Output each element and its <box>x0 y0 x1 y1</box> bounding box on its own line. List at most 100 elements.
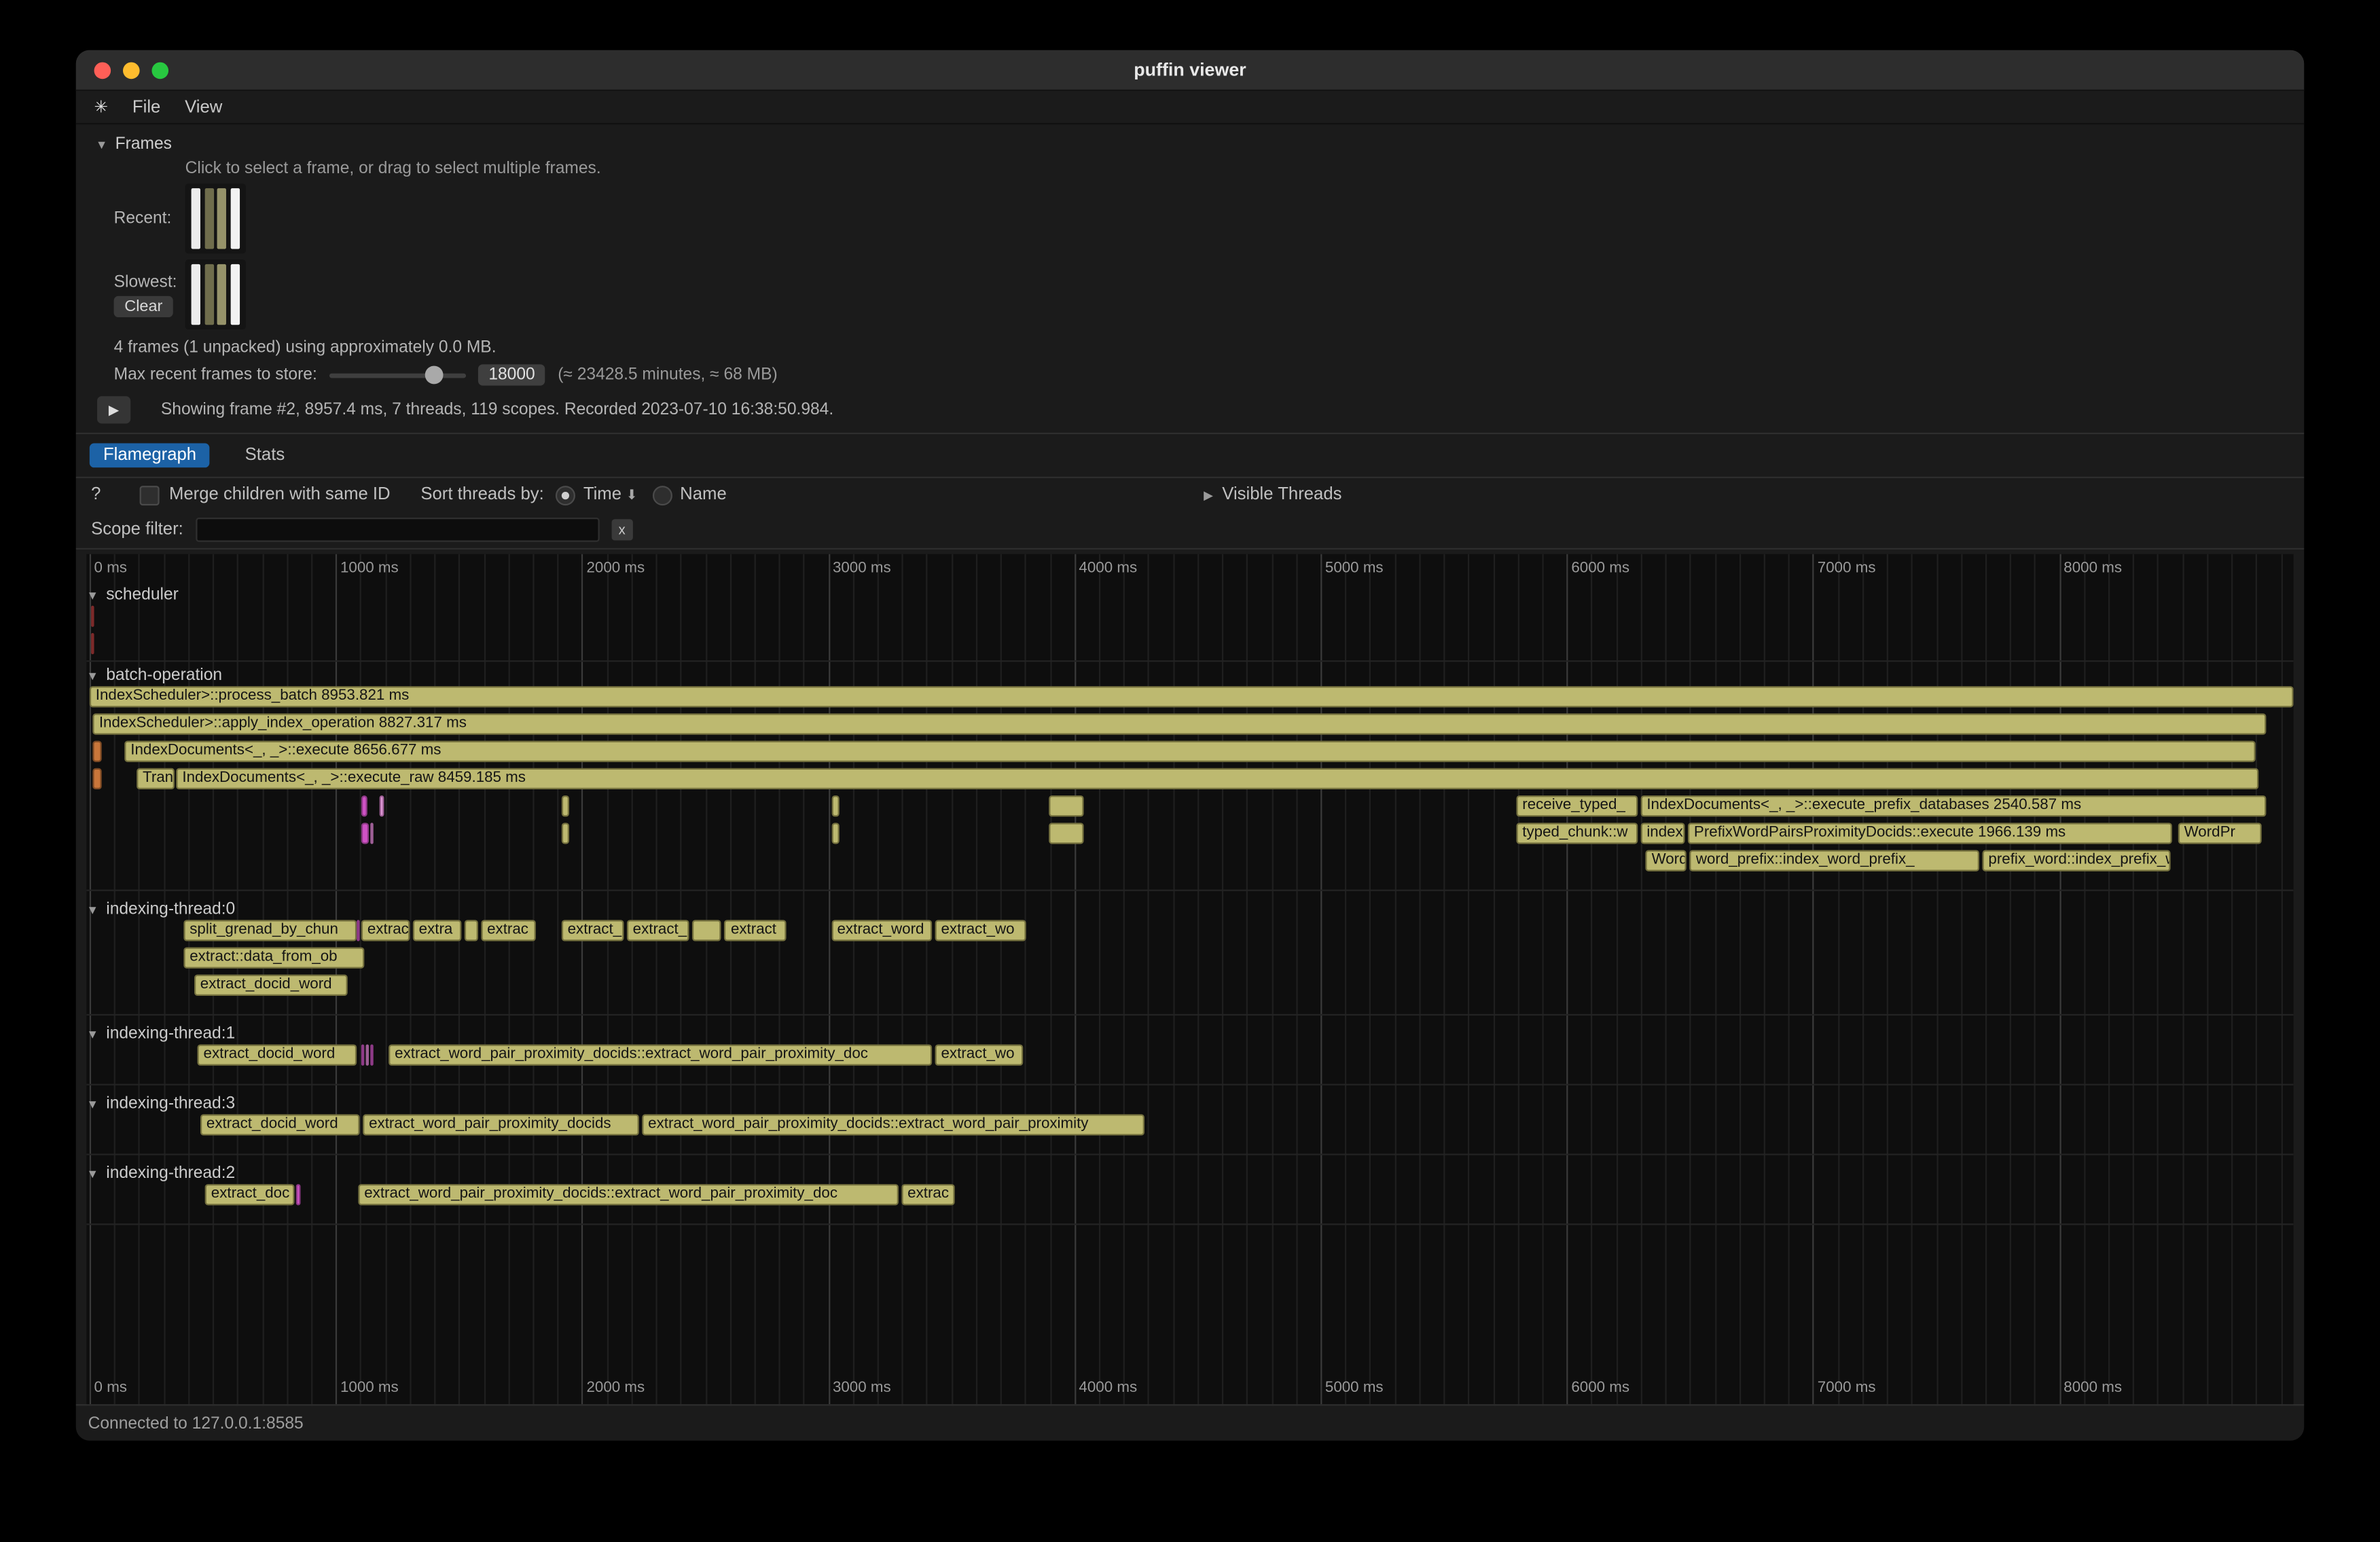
sort-direction-icon[interactable]: ⬇ <box>626 486 638 503</box>
flame-bar[interactable]: index <box>1640 823 1684 844</box>
flame-bar[interactable]: extract_word_pair_proximity_docids::extr… <box>358 1184 898 1205</box>
theme-toggle-icon[interactable]: ✳ <box>94 97 109 117</box>
scope-filter-input[interactable] <box>196 518 599 542</box>
play-button[interactable]: ▶ <box>97 396 130 423</box>
tab-stats[interactable]: Stats <box>232 444 299 468</box>
flame-bar[interactable]: PrefixWordPairsProximityDocids::execute … <box>1688 823 2172 844</box>
flame-bar[interactable] <box>295 1184 300 1205</box>
thread-header[interactable]: ▼indexing-thread:3 <box>86 1093 2293 1114</box>
flame-bar[interactable]: extract_word_pair_proximity_docids::extr… <box>642 1114 1144 1135</box>
flame-bar[interactable]: IndexScheduler>::process_batch 8953.821 … <box>90 686 2294 707</box>
flame-bar[interactable]: extract_ <box>627 920 689 941</box>
flame-bar-label: extract::data_from_ob <box>185 949 363 967</box>
flame-bar[interactable]: IndexDocuments<_, _>::execute_raw 8459.1… <box>176 768 2258 789</box>
time-tick-label: 7000 ms <box>1818 560 1876 577</box>
slider-knob[interactable] <box>425 366 444 384</box>
recent-frames-thumbnail[interactable] <box>185 183 246 253</box>
flame-bar-label: Trans <box>138 770 173 788</box>
frame-bar[interactable] <box>204 264 213 325</box>
clear-button[interactable]: Clear <box>114 295 173 317</box>
close-window-button[interactable] <box>94 62 111 79</box>
thread-header[interactable]: ▼indexing-thread:1 <box>86 1023 2293 1044</box>
slowest-frames-thumbnail[interactable] <box>185 259 246 329</box>
flame-bar[interactable] <box>361 1044 365 1065</box>
flame-bar[interactable]: Trans <box>137 768 175 789</box>
zoom-window-button[interactable] <box>151 62 168 79</box>
frame-bar[interactable] <box>230 264 239 325</box>
flame-row: extract::data_from_ob <box>86 947 2293 968</box>
flame-bar[interactable]: Word <box>1646 850 1687 871</box>
flame-bar[interactable] <box>692 920 721 941</box>
flame-bar[interactable] <box>357 920 360 941</box>
sort-time-radio[interactable] <box>556 485 576 505</box>
thread-header[interactable]: ▼batch-operation <box>86 665 2293 686</box>
flame-bar[interactable] <box>92 768 101 789</box>
max-frames-slider[interactable] <box>329 366 466 384</box>
flame-bar[interactable] <box>380 795 384 817</box>
flame-bar[interactable]: extract_wo <box>935 1044 1023 1065</box>
flame-bar[interactable]: extract_docid_word <box>198 1044 357 1065</box>
menu-item-view[interactable]: View <box>185 98 222 116</box>
flamegraph-canvas[interactable]: 0 ms1000 ms2000 ms3000 ms4000 ms5000 ms6… <box>86 554 2293 1404</box>
flame-bar[interactable]: extract_ <box>562 920 624 941</box>
sort-name-radio[interactable] <box>653 485 672 505</box>
flame-bar[interactable] <box>1049 795 1084 817</box>
frame-bar[interactable] <box>217 264 226 325</box>
flame-bar[interactable]: extract_word_pair_proximity_docids::extr… <box>389 1044 931 1065</box>
thread-name: indexing-thread:1 <box>106 1024 235 1043</box>
flame-row <box>86 633 2293 654</box>
merge-children-checkbox[interactable] <box>141 485 160 505</box>
thread-header[interactable]: ▼indexing-thread:2 <box>86 1163 2293 1184</box>
flame-bar[interactable]: extract::data_from_ob <box>183 947 364 968</box>
flame-bar[interactable] <box>369 823 373 844</box>
thread-header[interactable]: ▼indexing-thread:0 <box>86 899 2293 920</box>
flame-bar[interactable]: extract_word_pair_proximity_docids <box>363 1114 638 1135</box>
thread-header[interactable]: ▼scheduler <box>86 584 2293 605</box>
flame-bar[interactable]: extrac <box>901 1184 954 1205</box>
flame-bar[interactable]: extract_docid_word <box>194 975 348 996</box>
flame-bar[interactable] <box>366 1044 369 1065</box>
menu-item-file[interactable]: File <box>132 98 160 116</box>
flame-bar[interactable] <box>91 633 94 654</box>
flame-bar[interactable]: extract_word <box>831 920 932 941</box>
flame-bar[interactable]: IndexScheduler>::apply_index_operation 8… <box>93 713 2266 734</box>
visible-threads-header[interactable]: ▶ Visible Threads <box>1204 486 1341 504</box>
flame-bar[interactable] <box>831 795 840 817</box>
flame-bar[interactable]: extract <box>725 920 786 941</box>
flame-bar[interactable]: extrac <box>481 920 535 941</box>
flame-bar[interactable]: extract_wo <box>935 920 1027 941</box>
flame-bar[interactable]: WordPr <box>2178 823 2261 844</box>
help-button[interactable]: ? <box>91 486 101 504</box>
flame-bar[interactable]: extra <box>413 920 461 941</box>
flame-bar[interactable]: prefix_word::index_prefix_wo <box>1982 850 2171 871</box>
flame-bar[interactable] <box>465 920 478 941</box>
flame-bar[interactable]: receive_typed_ <box>1516 795 1638 817</box>
flame-bar[interactable] <box>831 823 840 844</box>
frame-bar[interactable] <box>230 188 239 249</box>
tab-flamegraph[interactable]: Flamegraph <box>90 444 210 468</box>
flame-bar[interactable] <box>562 795 569 817</box>
frames-section-header[interactable]: ▼ Frames <box>96 135 2304 154</box>
flame-bar[interactable] <box>1049 823 1084 844</box>
flame-bar[interactable] <box>361 795 367 817</box>
clear-filter-button[interactable]: x <box>611 519 632 540</box>
flame-bar[interactable] <box>370 1044 373 1065</box>
frame-bar[interactable] <box>192 188 200 249</box>
flame-bar[interactable] <box>92 741 101 762</box>
flame-bar[interactable]: word_prefix::index_word_prefix_ <box>1690 850 1979 871</box>
flame-bar[interactable]: extract_doc <box>205 1184 295 1205</box>
flame-bar[interactable]: split_grenad_by_chun <box>183 920 357 941</box>
flame-bar[interactable] <box>562 823 569 844</box>
flame-bar[interactable]: extract_docid_word <box>200 1114 360 1135</box>
flame-bar[interactable] <box>361 823 369 844</box>
flame-bar[interactable]: IndexDocuments<_, _>::execute_prefix_dat… <box>1640 795 2266 817</box>
frame-bar[interactable] <box>217 188 226 249</box>
minimize-window-button[interactable] <box>123 62 140 79</box>
flame-bar[interactable]: IndexDocuments<_, _>::execute 8656.677 m… <box>124 741 2256 762</box>
max-frames-value[interactable]: 18000 <box>478 364 546 385</box>
frame-bar[interactable] <box>204 188 213 249</box>
frame-bar[interactable] <box>192 264 200 325</box>
flame-bar[interactable]: typed_chunk::w <box>1516 823 1638 844</box>
flame-bar[interactable]: extract <box>361 920 410 941</box>
flame-bar[interactable] <box>91 606 94 627</box>
